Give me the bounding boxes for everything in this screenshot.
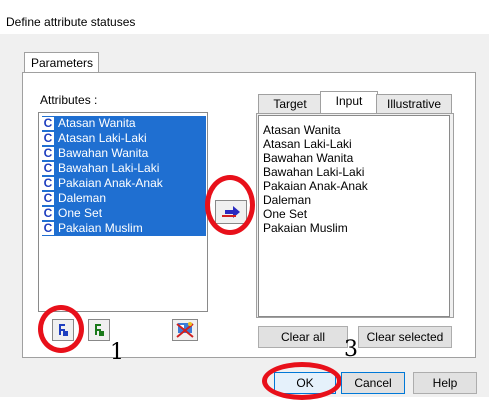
annotation-circle-2 [205,175,255,235]
continuous-type-icon: C [42,116,54,130]
clear-selected-button[interactable]: Clear selected [358,326,452,348]
attribute-item[interactable]: C Pakaian Muslim [42,221,206,236]
list-item[interactable]: Atasan Laki-Laki [263,137,352,151]
continuous-type-icon: C [42,221,54,235]
help-button[interactable]: Help [413,372,477,394]
list-item[interactable]: Pakaian Anak-Anak [263,179,368,193]
list-item[interactable]: One Set [263,207,307,221]
annotation-circle-1 [38,305,84,353]
cancel-button[interactable]: Cancel [341,372,405,394]
select-none-icon [95,324,104,336]
window-title: Define attribute statuses [6,15,136,29]
attributes-label: Attributes : [40,93,98,107]
continuous-type-icon: C [42,161,54,175]
attribute-item[interactable]: C Daleman [42,191,206,206]
input-attributes-list[interactable]: Atasan Wanita Atasan Laki-Laki Bawahan W… [258,115,450,317]
attribute-item[interactable]: C Atasan Wanita [42,116,206,131]
list-item[interactable]: Daleman [263,193,311,207]
continuous-type-icon: C [42,131,54,145]
attribute-item[interactable]: C Bawahan Wanita [42,146,206,161]
list-item[interactable]: Bawahan Laki-Laki [263,165,364,179]
title-bar: Define attribute statuses [0,0,489,34]
tab-input[interactable]: Input [320,91,378,113]
list-item[interactable]: Bawahan Wanita [263,151,353,165]
invert-selection-icon [176,322,194,338]
list-item[interactable]: Atasan Wanita [263,123,341,137]
attribute-item[interactable]: C Pakaian Anak-Anak [42,176,206,191]
annotation-number-3: 3 [344,337,358,362]
annotation-circle-3 [262,362,342,400]
continuous-type-icon: C [42,146,54,160]
select-none-button[interactable] [88,319,110,341]
list-item[interactable]: Pakaian Muslim [263,221,348,235]
invert-selection-button[interactable] [172,319,198,341]
tab-parameters-label: Parameters [31,56,94,70]
tab-illustrative[interactable]: Illustrative [376,94,452,113]
clear-all-button[interactable]: Clear all [258,326,348,348]
attribute-item[interactable]: C Bawahan Laki-Laki [42,161,206,176]
attribute-item[interactable]: C One Set [42,206,206,221]
continuous-type-icon: C [42,206,54,220]
attributes-list[interactable]: C Atasan Wanita C Atasan Laki-Laki C Baw… [38,112,208,312]
tab-target[interactable]: Target [258,94,322,113]
attribute-item[interactable]: C Atasan Laki-Laki [42,131,206,146]
continuous-type-icon: C [42,191,54,205]
continuous-type-icon: C [42,176,54,190]
tab-parameters[interactable]: Parameters [24,52,99,73]
annotation-number-1: 1 [110,340,124,365]
